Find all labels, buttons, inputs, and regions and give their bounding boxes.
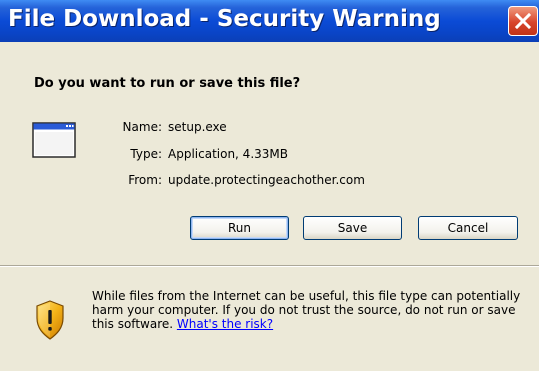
cancel-button[interactable]: Cancel xyxy=(418,216,518,240)
application-window-icon xyxy=(32,122,76,158)
name-label: Name: xyxy=(122,120,162,134)
security-warning-dialog: File Download - Security Warning Do you … xyxy=(0,0,539,371)
run-button[interactable]: Run xyxy=(190,216,289,240)
type-value: Application, 4.33MB xyxy=(168,147,288,161)
whats-the-risk-link[interactable]: What's the risk? xyxy=(177,317,273,331)
file-name-row: Name: setup.exe xyxy=(92,120,492,136)
close-button[interactable] xyxy=(508,6,538,36)
separator-highlight xyxy=(0,266,539,267)
title-bar[interactable]: File Download - Security Warning xyxy=(0,0,539,42)
file-type-row: Type: Application, 4.33MB xyxy=(92,147,492,163)
from-value: update.protectingeachother.com xyxy=(168,173,365,187)
window-title: File Download - Security Warning xyxy=(8,6,441,32)
from-label: From: xyxy=(128,173,162,187)
name-value: setup.exe xyxy=(168,120,227,134)
security-shield-icon xyxy=(36,300,64,340)
save-button[interactable]: Save xyxy=(303,216,402,240)
file-from-row: From: update.protectingeachother.com xyxy=(92,173,492,189)
type-label: Type: xyxy=(130,147,162,161)
dialog-question: Do you want to run or save this file? xyxy=(34,76,301,91)
close-icon xyxy=(515,13,531,29)
warning-text: While files from the Internet can be use… xyxy=(92,289,521,331)
security-warning-text-block: While files from the Internet can be use… xyxy=(92,289,532,331)
